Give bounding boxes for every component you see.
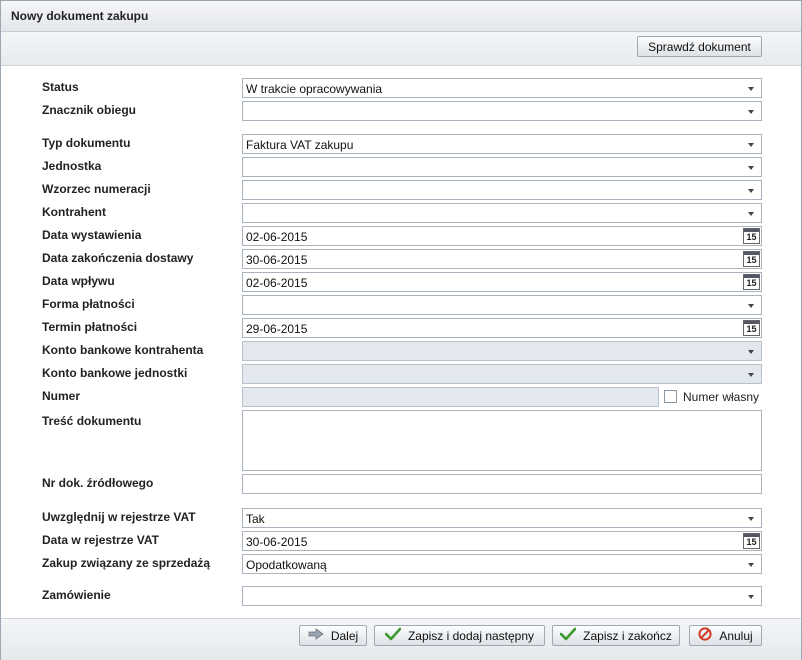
calendar-icon[interactable]: 15 xyxy=(743,274,760,290)
issue-date-value: 02-06-2015 xyxy=(246,230,308,244)
unit-select[interactable] xyxy=(242,157,762,177)
title-bar: Nowy dokument zakupu xyxy=(1,1,801,32)
issue-date-input[interactable]: 02-06-2015 15 xyxy=(242,226,762,246)
contractor-select[interactable] xyxy=(242,203,762,223)
sale-related-select[interactable]: Opodatkowaną xyxy=(242,554,762,574)
vat-register-label: Uwzględnij w rejestrze VAT xyxy=(42,510,196,524)
doc-type-value: Faktura VAT zakupu xyxy=(246,138,354,152)
checkmark-icon xyxy=(559,627,577,644)
source-doc-label: Nr dok. źródłowego xyxy=(42,476,154,490)
chevron-down-icon xyxy=(748,517,754,521)
chevron-down-icon xyxy=(748,110,754,114)
status-select[interactable]: W trakcie opracowywania xyxy=(242,78,762,98)
payment-due-input[interactable]: 29-06-2015 15 xyxy=(242,318,762,338)
calendar-icon[interactable]: 15 xyxy=(743,320,760,336)
payment-due-label: Termin płatności xyxy=(42,320,138,334)
doc-type-select[interactable]: Faktura VAT zakupu xyxy=(242,134,762,154)
unit-label: Jednostka xyxy=(42,159,102,173)
own-number-checkbox[interactable] xyxy=(664,390,677,403)
contractor-account-select[interactable] xyxy=(242,341,762,361)
receipt-date-label: Data wpływu xyxy=(42,274,115,288)
doc-type-label: Typ dokumentu xyxy=(42,136,131,150)
unit-account-label: Konto bankowe jednostki xyxy=(42,366,188,380)
contractor-label: Kontrahent xyxy=(42,205,106,219)
vat-register-date-label: Data w rejestrze VAT xyxy=(42,533,159,547)
number-input[interactable] xyxy=(242,387,659,407)
payment-form-label: Forma płatności xyxy=(42,297,135,311)
flow-marker-select[interactable] xyxy=(242,101,762,121)
chevron-down-icon xyxy=(748,563,754,567)
delivery-date-value: 30-06-2015 xyxy=(246,253,308,267)
save-and-add-next-button[interactable]: Zapisz i dodaj następny xyxy=(374,625,545,646)
vat-register-select[interactable]: Tak xyxy=(242,508,762,528)
content-label: Treść dokumentu xyxy=(42,414,142,428)
delivery-date-input[interactable]: 30-06-2015 15 xyxy=(242,249,762,269)
content-textarea[interactable] xyxy=(242,410,762,471)
issue-date-label: Data wystawienia xyxy=(42,228,142,242)
delivery-date-label: Data zakończenia dostawy xyxy=(42,251,194,265)
flow-marker-label: Znacznik obiegu xyxy=(42,103,137,117)
chevron-down-icon xyxy=(748,350,754,354)
order-select[interactable] xyxy=(242,586,762,606)
own-number-label: Numer własny xyxy=(683,390,760,404)
number-label: Numer xyxy=(42,389,81,403)
chevron-down-icon xyxy=(748,166,754,170)
window-title: Nowy dokument zakupu xyxy=(11,9,149,23)
save-and-close-label: Zapisz i zakończ xyxy=(583,628,672,643)
chevron-down-icon xyxy=(748,87,754,91)
calendar-icon[interactable]: 15 xyxy=(743,533,760,549)
receipt-date-input[interactable]: 02-06-2015 15 xyxy=(242,272,762,292)
cancel-button[interactable]: Anuluj xyxy=(689,625,762,646)
chevron-down-icon xyxy=(748,143,754,147)
calendar-icon[interactable]: 15 xyxy=(743,251,760,267)
payment-form-select[interactable] xyxy=(242,295,762,315)
save-and-add-next-label: Zapisz i dodaj następny xyxy=(407,628,535,643)
chevron-down-icon xyxy=(748,595,754,599)
sale-related-label: Zakup związany ze sprzedażą xyxy=(42,556,211,570)
chevron-down-icon xyxy=(748,304,754,308)
chevron-down-icon xyxy=(748,212,754,216)
status-value: W trakcie opracowywania xyxy=(246,82,383,96)
vat-register-value: Tak xyxy=(246,512,265,526)
top-toolbar: Sprawdź dokument xyxy=(1,32,801,66)
unit-account-select[interactable] xyxy=(242,364,762,384)
numbering-label: Wzorzec numeracji xyxy=(42,182,151,196)
vat-register-date-value: 30-06-2015 xyxy=(246,535,308,549)
calendar-icon[interactable]: 15 xyxy=(743,228,760,244)
next-button[interactable]: Dalej xyxy=(299,625,367,646)
vat-register-date-input[interactable]: 30-06-2015 15 xyxy=(242,531,762,551)
chevron-down-icon xyxy=(748,189,754,193)
cancel-label: Anuluj xyxy=(719,628,753,643)
contractor-account-label: Konto bankowe kontrahenta xyxy=(42,343,204,357)
status-label: Status xyxy=(42,80,79,94)
sale-related-value: Opodatkowaną xyxy=(246,558,327,572)
next-label: Dalej xyxy=(330,628,359,643)
dialog-window: Nowy dokument zakupu Sprawdź dokument St… xyxy=(0,0,802,660)
save-and-close-button[interactable]: Zapisz i zakończ xyxy=(552,625,680,646)
chevron-down-icon xyxy=(748,373,754,377)
checkmark-icon xyxy=(384,627,402,644)
payment-due-value: 29-06-2015 xyxy=(246,322,308,336)
cancel-icon xyxy=(698,627,712,644)
source-doc-input[interactable] xyxy=(242,474,762,494)
receipt-date-value: 02-06-2015 xyxy=(246,276,308,290)
check-document-button[interactable]: Sprawdź dokument xyxy=(637,36,762,57)
footer-toolbar: Dalej Zapisz i dodaj następny Zapisz i z… xyxy=(1,618,801,660)
numbering-select[interactable] xyxy=(242,180,762,200)
arrow-right-icon xyxy=(308,628,324,643)
order-label: Zamówienie xyxy=(42,588,111,602)
